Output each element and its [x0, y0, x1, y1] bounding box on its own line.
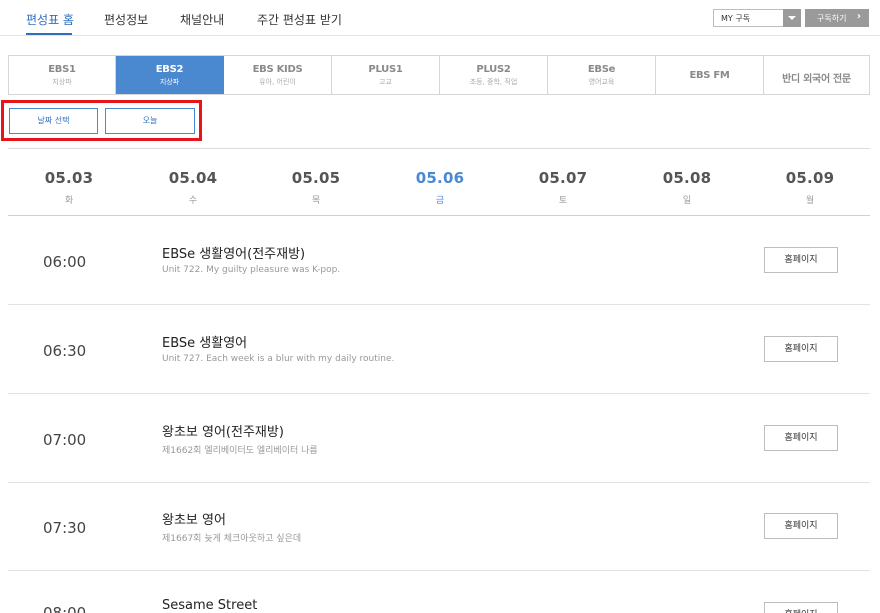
day-weekday: 화: [64, 196, 74, 206]
day-date: 05.09: [785, 169, 835, 187]
today-button[interactable]: 오늘: [105, 108, 195, 134]
day-weekday: 일: [682, 196, 692, 206]
channel-tab-ebs2[interactable]: EBS2 지상파: [116, 56, 224, 94]
channel-sub: 지상파: [159, 78, 180, 86]
program-title[interactable]: 왕초보 영어(전주재방): [162, 421, 284, 440]
program-description: Unit 722. My guilty pleasure was K-pop.: [162, 265, 341, 275]
day-selector[interactable]: 05.07 토: [523, 169, 603, 206]
channel-name: EBS2: [155, 64, 184, 75]
program-time: 07:00: [43, 431, 87, 449]
channel-tab-ebs-kids[interactable]: EBS KIDS 유아, 어린이: [224, 56, 332, 94]
channel-tab-plus1[interactable]: PLUS1 고교: [332, 56, 440, 94]
channel-name: 반디 외국어 전문: [782, 74, 851, 85]
tab-schedule-home[interactable]: 편성표 홈: [26, 11, 74, 28]
channel-name: EBS1: [48, 64, 76, 75]
channel-sub: 고교: [379, 78, 392, 86]
channel-sub: 초등, 중학, 직업: [469, 78, 518, 86]
channel-sub: 지상파: [52, 78, 72, 86]
channel-sub: 영어교육: [588, 78, 615, 86]
program-description: 제1662회 엘리베이터도 엘리베이터 나름: [162, 446, 318, 456]
day-selector[interactable]: 05.05 목: [276, 169, 356, 206]
day-date: 05.04: [168, 169, 218, 187]
homepage-button[interactable]: 홈페이지: [764, 513, 838, 539]
divider: [8, 148, 870, 149]
day-weekday: 금: [435, 196, 445, 206]
day-date: 05.08: [662, 169, 712, 187]
day-selector[interactable]: 05.08 일: [647, 169, 727, 206]
active-tab-indicator: [26, 33, 72, 35]
chevron-right-icon: ›: [856, 11, 861, 22]
schedule-row: 06:30 EBSe 생활영어 Unit 727. Each week is a…: [8, 305, 870, 394]
homepage-button[interactable]: 홈페이지: [764, 336, 838, 362]
day-date: 05.05: [291, 169, 341, 187]
subscribe-label: 구독하기: [817, 14, 847, 23]
subscribe-button[interactable]: 구독하기 ›: [805, 9, 869, 27]
channel-tab-ebs1[interactable]: EBS1 지상파: [9, 56, 116, 94]
day-weekday: 수: [188, 196, 198, 206]
schedule-row: 07:30 왕초보 영어 제1667회 늦게 체크아웃하고 싶은데 홈페이지: [8, 483, 870, 571]
channel-name: EBSe: [587, 64, 616, 75]
day-date: 05.03: [44, 169, 94, 187]
program-title[interactable]: Sesame Street: [162, 598, 257, 613]
channel-name: EBS KIDS: [252, 64, 303, 75]
channel-tab-bandi[interactable]: 반디 외국어 전문: [764, 56, 869, 94]
day-weekday: 월: [805, 196, 815, 206]
day-selector[interactable]: 05.06 금: [400, 169, 480, 206]
program-title[interactable]: EBSe 생활영어(전주재방): [162, 243, 305, 262]
program-description: 제1667회 늦게 체크아웃하고 싶은데: [162, 534, 302, 544]
program-time: 06:00: [43, 253, 87, 271]
day-selector[interactable]: 05.04 수: [153, 169, 233, 206]
homepage-button[interactable]: 홈페이지: [764, 425, 838, 451]
channel-sub: 유아, 어린이: [259, 78, 296, 86]
channel-name: EBS FM: [689, 70, 730, 81]
my-subscription-select[interactable]: MY 구독: [713, 9, 801, 27]
channel-name: PLUS2: [476, 64, 511, 75]
chevron-down-icon[interactable]: [783, 9, 801, 27]
program-title[interactable]: EBSe 생활영어: [162, 332, 247, 351]
program-time: 08:00: [43, 604, 87, 613]
schedule-row: 06:00 EBSe 생활영어(전주재방) Unit 722. My guilt…: [8, 216, 870, 305]
day-selector[interactable]: 05.03 화: [29, 169, 109, 206]
schedule-row: 08:00 Sesame Street 홈페이지: [8, 571, 870, 613]
program-time: 06:30: [43, 342, 87, 360]
channel-tab-ebse[interactable]: EBSe 영어교육: [548, 56, 656, 94]
day-weekday: 목: [311, 196, 321, 206]
tab-channel-guide[interactable]: 채널안내: [180, 11, 224, 28]
day-weekday: 토: [558, 196, 568, 206]
schedule-row: 07:00 왕초보 영어(전주재방) 제1662회 엘리베이터도 엘리베이터 나…: [8, 394, 870, 483]
day-date: 05.06: [415, 169, 465, 187]
tab-schedule-info[interactable]: 편성정보: [104, 11, 148, 28]
channel-name: PLUS1: [368, 64, 403, 75]
my-subscription-value: MY 구독: [721, 14, 751, 23]
program-time: 07:30: [43, 519, 87, 537]
channel-tabs: EBS1 지상파 EBS2 지상파 EBS KIDS 유아, 어린이 PLUS1…: [8, 55, 870, 95]
channel-tab-ebs-fm[interactable]: EBS FM: [656, 56, 764, 94]
day-date: 05.07: [538, 169, 588, 187]
tab-weekly-schedule-download[interactable]: 주간 편성표 받기: [257, 11, 342, 28]
top-nav: 편성표 홈 편성정보 채널안내 주간 편성표 받기 MY 구독 구독하기 ›: [0, 0, 880, 36]
select-date-button[interactable]: 날짜 선택: [9, 108, 98, 134]
day-selector[interactable]: 05.09 월: [770, 169, 850, 206]
channel-tab-plus2[interactable]: PLUS2 초등, 중학, 직업: [440, 56, 548, 94]
program-description: Unit 727. Each week is a blur with my da…: [162, 354, 395, 364]
homepage-button[interactable]: 홈페이지: [764, 602, 838, 613]
program-title[interactable]: 왕초보 영어: [162, 509, 226, 528]
homepage-button[interactable]: 홈페이지: [764, 247, 838, 273]
